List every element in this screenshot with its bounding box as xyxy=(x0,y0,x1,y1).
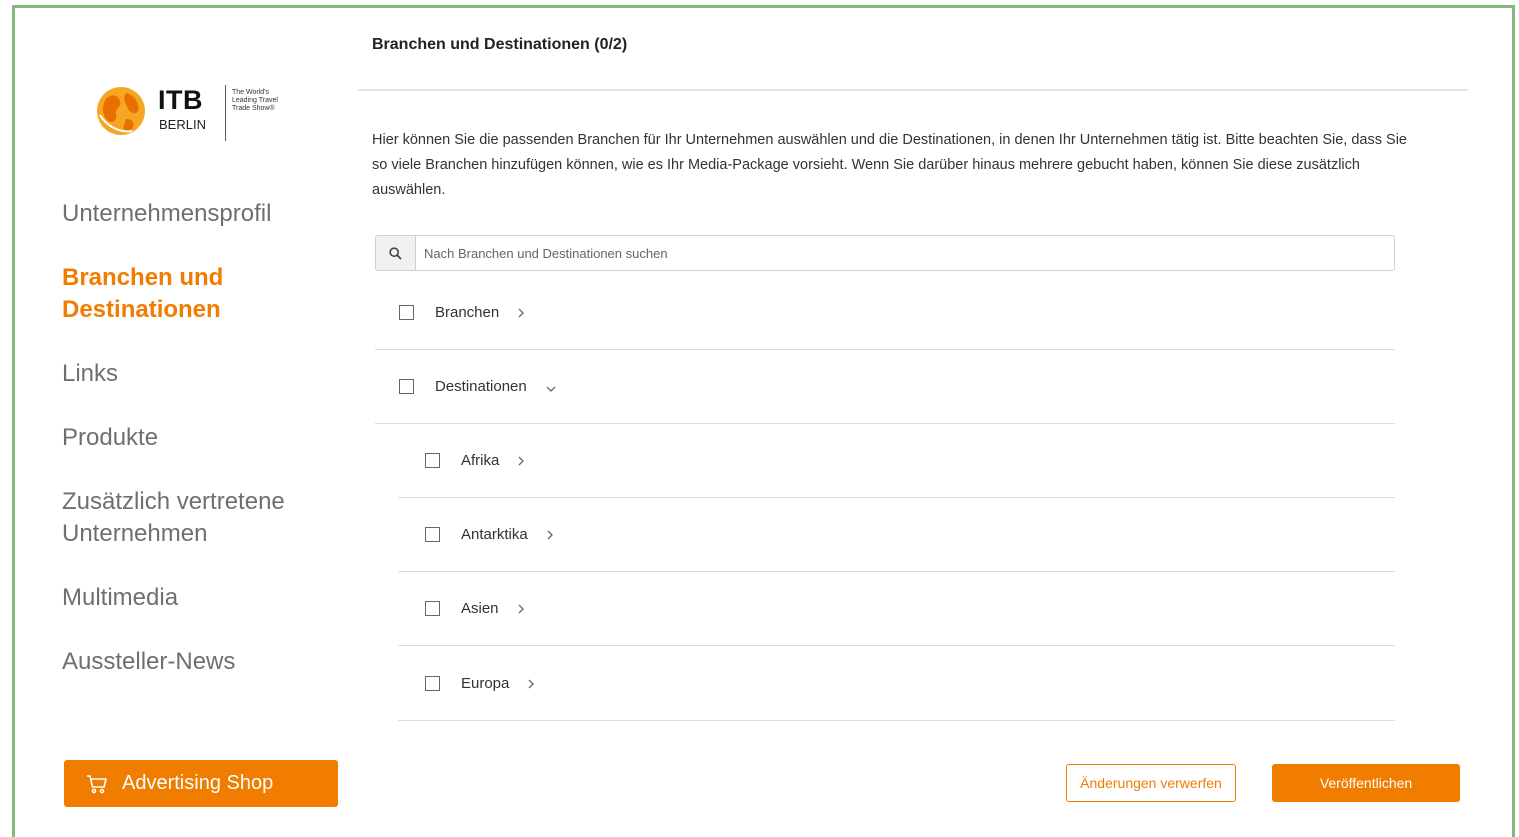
checkbox[interactable] xyxy=(399,379,414,394)
sidebar-item-multimedia[interactable]: Multimedia xyxy=(62,582,352,614)
sidebar-item-unternehmensprofil[interactable]: Unternehmensprofil xyxy=(62,198,352,230)
tree-item-antarktika: Antarktika xyxy=(398,498,1395,572)
cart-icon xyxy=(87,774,107,793)
tree-item-destinationen: Destinationen xyxy=(375,350,1395,424)
tree-item-afrika: Afrika xyxy=(398,424,1395,498)
chevron-right-icon[interactable] xyxy=(517,307,525,319)
chevron-right-icon[interactable] xyxy=(527,678,535,690)
discard-changes-button[interactable]: Änderungen verwerfen xyxy=(1066,764,1236,802)
itb-berlin-logo: ITB BERLIN The World's Leading Travel Tr… xyxy=(96,85,296,145)
tree-item-label: Destinationen xyxy=(435,378,527,395)
tree-item-label: Antarktika xyxy=(461,526,528,543)
page-title: Branchen und Destinationen (0/2) xyxy=(372,36,628,53)
search-icon-box[interactable] xyxy=(376,236,416,270)
tree-item-europa: Europa xyxy=(398,647,1395,721)
logo-divider xyxy=(225,85,226,141)
globe-icon xyxy=(97,87,145,135)
tree-item-label: Asien xyxy=(461,600,499,617)
advertising-shop-button[interactable]: Advertising Shop xyxy=(64,760,338,807)
tree-item-label: Afrika xyxy=(461,452,500,469)
checkbox[interactable] xyxy=(425,527,440,542)
intro-text: Hier können Sie die passenden Branchen f… xyxy=(372,132,1407,198)
search-bar xyxy=(375,235,1395,271)
chevron-right-icon[interactable] xyxy=(517,455,525,467)
sidebar-item-branchen-und-destinationen[interactable]: Branchen und Destinationen xyxy=(62,262,352,326)
chevron-down-icon[interactable] xyxy=(545,385,557,393)
sidebar-item-aussteller-news[interactable]: Aussteller-News xyxy=(62,646,352,678)
checkbox[interactable] xyxy=(425,453,440,468)
tree-item-branchen: Branchen xyxy=(375,276,1395,350)
sidebar-item-links[interactable]: Links xyxy=(62,358,352,390)
tree-item-label: Europa xyxy=(461,675,510,692)
advertising-shop-label: Advertising Shop xyxy=(122,772,274,794)
sidebar-nav: Unternehmensprofil Branchen und Destinat… xyxy=(62,198,352,710)
logo-berlin-text: BERLIN xyxy=(159,117,206,132)
title-divider xyxy=(358,89,1468,91)
checkbox[interactable] xyxy=(425,601,440,616)
publish-button[interactable]: Veröffentlichen xyxy=(1272,764,1460,802)
chevron-right-icon[interactable] xyxy=(546,529,554,541)
tree-item-label: Branchen xyxy=(435,304,500,321)
sidebar-item-produkte[interactable]: Produkte xyxy=(62,422,352,454)
checkbox[interactable] xyxy=(425,676,440,691)
checkbox[interactable] xyxy=(399,305,414,320)
logo-itb-text: ITB xyxy=(158,85,203,115)
chevron-right-icon[interactable] xyxy=(517,603,525,615)
search-icon xyxy=(389,246,402,260)
tree-item-asien: Asien xyxy=(398,572,1395,646)
logo-tagline: The World's Leading Travel Trade Show® xyxy=(232,89,278,112)
sidebar-item-zusaetzlich-vertretene-unternehmen[interactable]: Zusätzlich vertretene Unternehmen xyxy=(62,486,352,550)
search-input[interactable] xyxy=(416,236,1394,270)
